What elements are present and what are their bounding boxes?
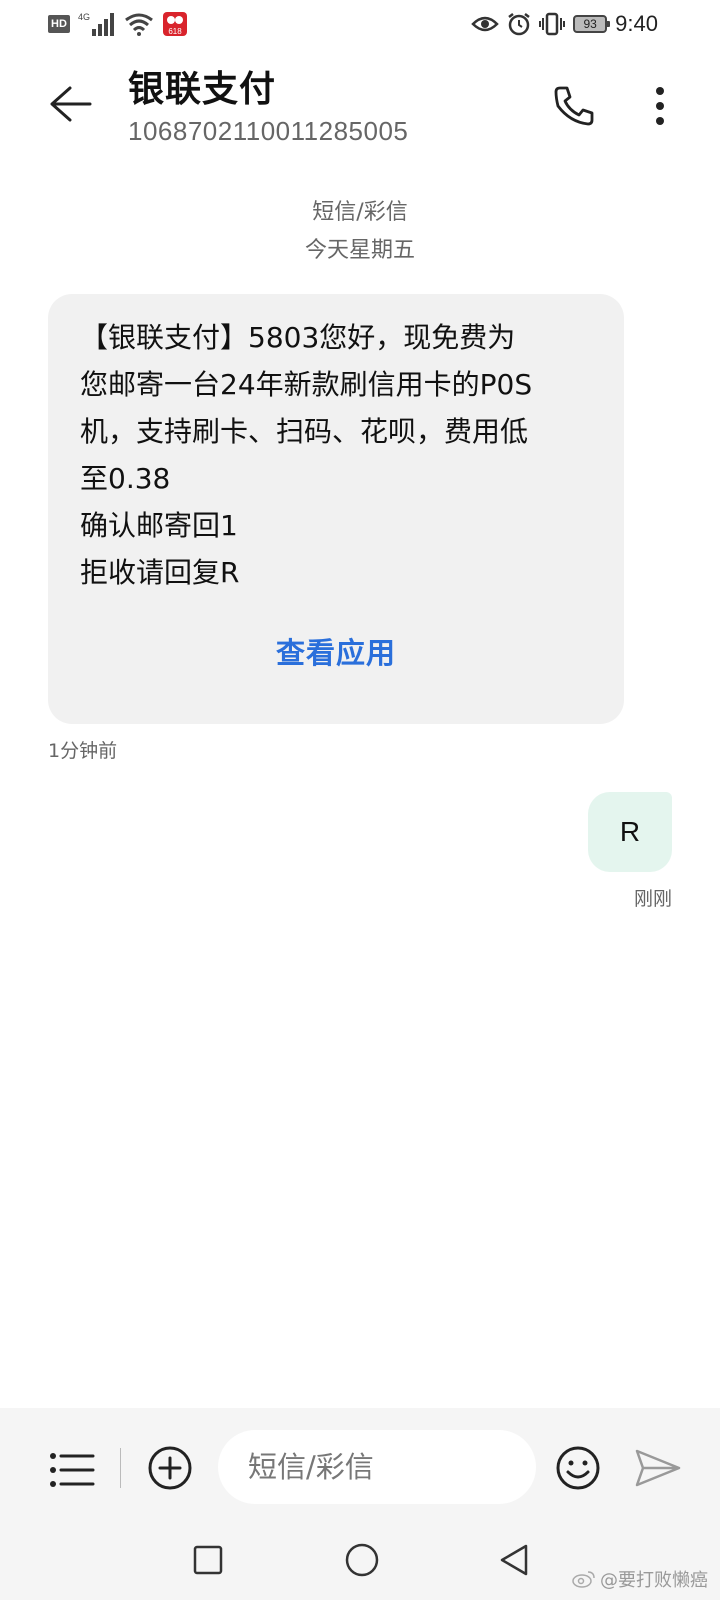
emoji-button[interactable] [550,1440,606,1496]
hd-icon: HD [48,15,70,33]
smiley-icon [556,1446,600,1490]
view-app-button[interactable]: 查看应用 [48,630,624,672]
square-icon [193,1545,223,1575]
nav-home-button[interactable] [340,1538,384,1582]
plus-circle-icon [148,1446,192,1490]
watermark: @要打败懒癌 [572,1566,708,1592]
add-attachment-button[interactable] [144,1442,196,1494]
call-button[interactable] [548,80,600,132]
contact-name: 银联支付 [128,69,277,110]
incoming-message-time: 1分钟前 [48,740,118,762]
menu-button[interactable] [46,1444,98,1496]
alarm-icon [508,13,530,36]
message-line: 您邮寄一台24年新款刷信用卡的P0S [80,368,533,401]
thread-date-label: 今天星期五 [304,238,415,263]
nav-back-button[interactable] [494,1538,534,1582]
composer-divider [120,1448,121,1488]
contact-number: 106870211001128500​5 [128,116,409,146]
message-line: 确认邮寄回1 [80,509,238,542]
message-line: 【银联支付】5803您好，现免费为 [80,321,516,354]
vibrate-icon [539,12,566,36]
list-menu-icon [50,1453,95,1487]
more-vertical-icon [656,87,664,125]
phone-icon [554,86,594,126]
arrow-left-icon [50,86,92,122]
status-bar: HD 4G 618 93 9:40 [0,0,720,48]
message-line: 至0.38 [80,462,171,495]
network-type-label: 4G [78,12,90,22]
message-input[interactable] [218,1430,536,1504]
triangle-back-icon [500,1544,528,1576]
send-icon [635,1449,681,1487]
battery-icon: 93 [573,15,611,33]
send-button[interactable] [630,1442,686,1494]
message-line: 拒收请回复R [80,556,240,589]
watermark-text: @要打败懒癌 [600,1570,708,1591]
more-options-button[interactable] [640,80,680,132]
status-right: 93 9:40 [471,10,658,38]
status-time: 9:40 [615,11,658,36]
event-badge-label: 618 [168,27,182,36]
eye-icon [471,16,499,32]
cellular-signal-icon: 4G [78,12,114,36]
thread-type-label: 短信/彩信 [312,200,408,225]
circle-icon [345,1543,379,1577]
incoming-message-bubble[interactable]: 【银联支付】5803您好，现免费为 您邮寄一台24年新款刷信用卡的P0S 机，支… [48,294,624,724]
status-left: HD 4G 618 [48,10,188,38]
conversation-header: 银联支付 106870211001128500​5 [0,48,720,158]
back-button[interactable] [42,76,98,132]
shopping-festival-icon: 618 [163,12,187,36]
outgoing-message-time: 刚刚 [633,888,672,910]
outgoing-message-bubble[interactable]: R [588,792,672,872]
nav-recents-button[interactable] [188,1540,228,1580]
message-line: 机，支持刷卡、扫码、花呗，费用低 [80,415,529,448]
wifi-icon [125,13,153,36]
weibo-icon [572,1571,595,1588]
